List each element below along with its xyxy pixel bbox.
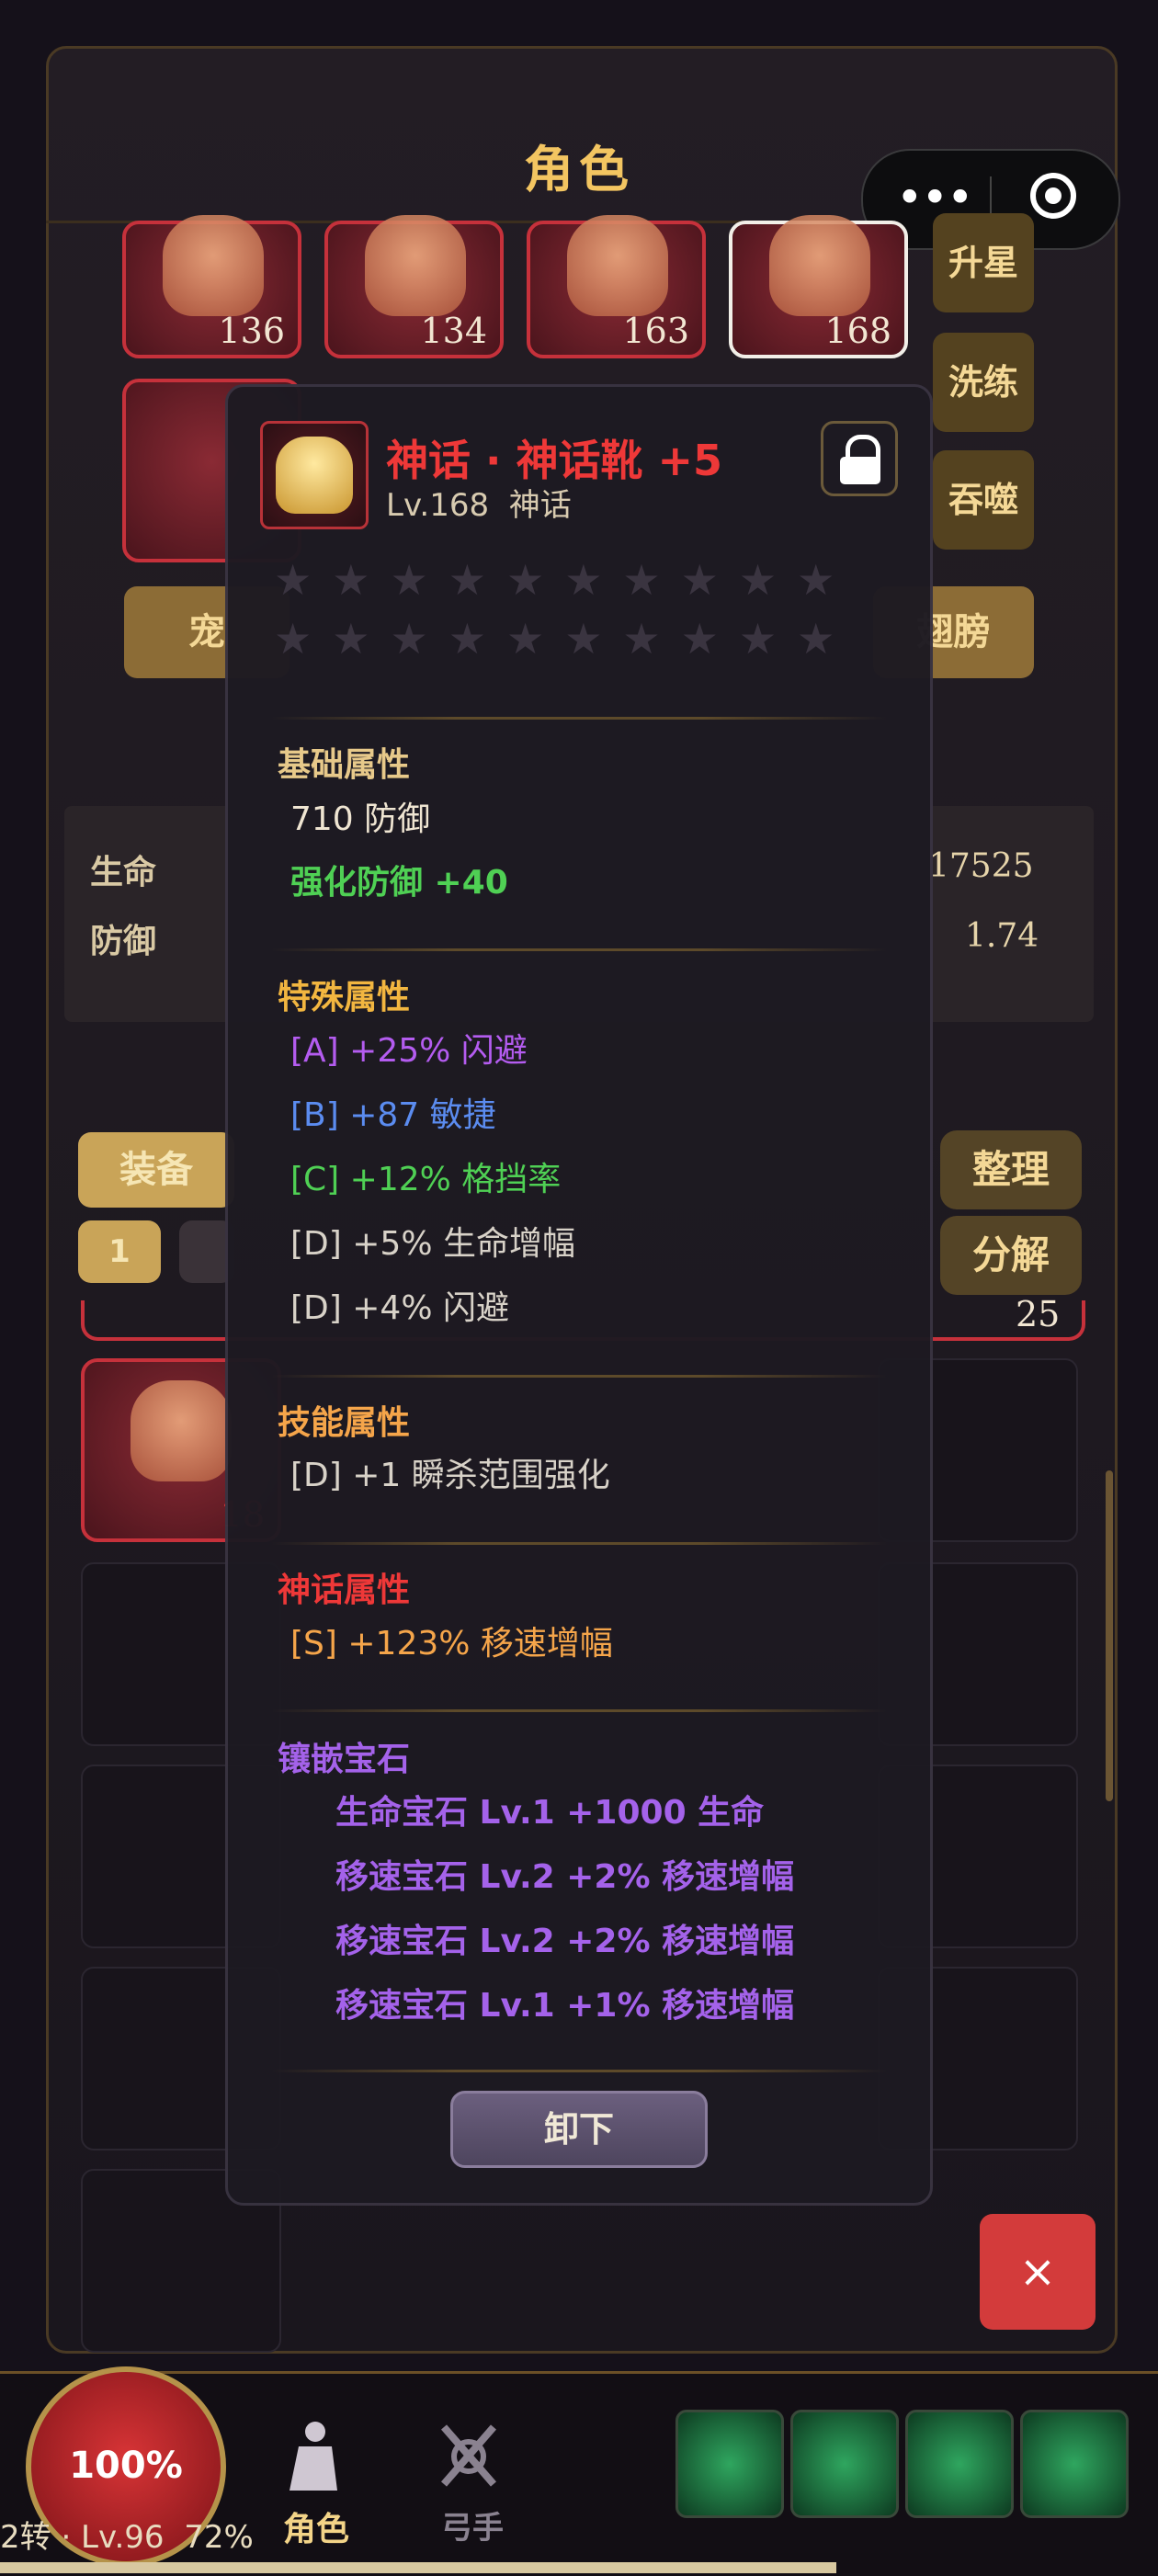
refine-button[interactable]: 洗练 (933, 333, 1034, 432)
skill-slot-2-icon[interactable] (790, 2410, 899, 2518)
item-icon (260, 421, 369, 529)
hp-value: 17525 (928, 847, 1034, 885)
skill-slot-3-icon[interactable] (905, 2410, 1014, 2518)
helmet-art-icon (163, 215, 264, 316)
myth-attr-title: 神话属性 (278, 1572, 411, 1609)
gem-line: 移速宝石 Lv.2 +2% 移速增幅 (335, 1923, 795, 1960)
gem-line: 生命宝石 Lv.1 +1000 生命 (335, 1794, 765, 1832)
slot-level: 168 (824, 311, 891, 351)
sort-button[interactable]: 整理 (940, 1130, 1082, 1209)
divider (271, 1375, 887, 1378)
upgrade-star-button[interactable]: 升星 (933, 213, 1034, 312)
equipment-slot-boots[interactable]: 168 (729, 215, 908, 358)
gem-line: 移速宝石 Lv.1 +1% 移速增幅 (335, 1987, 795, 2025)
def-value: 1.74 (965, 917, 1039, 955)
boots-icon (276, 437, 353, 514)
decompose-button[interactable]: 分解 (940, 1216, 1082, 1295)
inventory-level: 25 (1016, 1294, 1061, 1334)
basic-attr-line: 710 防御 (290, 800, 431, 838)
divider (271, 2070, 887, 2072)
unlock-icon[interactable] (821, 421, 898, 496)
basic-attr-title: 基础属性 (278, 746, 411, 784)
divider (271, 717, 887, 720)
gems-title: 镶嵌宝石 (278, 1741, 411, 1778)
star-row: ★★★★★★★★★★ (274, 555, 856, 605)
gem-line: 移速宝石 Lv.2 +2% 移速增幅 (335, 1858, 795, 1896)
exp-percent: 72% (184, 2519, 254, 2556)
star-row: ★★★★★★★★★★ (274, 614, 856, 664)
divider (271, 948, 887, 951)
divider (271, 1542, 887, 1545)
special-attr-title: 特殊属性 (278, 979, 411, 1016)
exit-target-icon[interactable] (1030, 173, 1076, 219)
tab-equip[interactable]: 装备 (78, 1132, 234, 1208)
lock-body (840, 457, 880, 484)
basic-attr-line: 强化防御 +40 (290, 864, 508, 902)
myth-attr-line: [S] +123% 移速增幅 (290, 1625, 613, 1662)
armor-art-icon (365, 215, 466, 316)
boots-art-icon (131, 1380, 232, 1481)
def-label: 防御 (90, 923, 157, 960)
crossed-swords-icon[interactable] (437, 2420, 501, 2491)
special-attr-line: [D] +5% 生命增幅 (290, 1225, 575, 1263)
scrollbar[interactable] (1106, 1470, 1113, 1801)
skill-attr-line: [D] +1 瞬杀范围强化 (290, 1457, 610, 1494)
equipment-slot-armor[interactable]: 134 (324, 215, 504, 358)
devour-button[interactable]: 吞噬 (933, 450, 1034, 550)
equipment-slot-legs[interactable]: 163 (527, 215, 706, 358)
hp-percent: 100% (69, 2445, 183, 2487)
skill-slot-4-icon[interactable] (1020, 2410, 1129, 2518)
page-1-button[interactable]: 1 (78, 1220, 161, 1283)
skill-attr-title: 技能属性 (278, 1404, 411, 1442)
player-level: 2转 · Lv.96 72% (0, 2512, 254, 2557)
special-attr-line: [A] +25% 闪避 (290, 1032, 528, 1070)
unequip-button[interactable]: 卸下 (450, 2091, 708, 2168)
slot-level: 134 (420, 311, 487, 351)
equipment-slot-helmet[interactable]: 136 (122, 215, 301, 358)
slot-level: 136 (218, 311, 285, 351)
slot-level: 163 (622, 311, 689, 351)
nav-role-label[interactable]: 角色 (283, 2502, 349, 2550)
item-level-rarity: Lv.168 神话 (386, 480, 572, 525)
skill-slot-1-icon[interactable] (676, 2410, 784, 2518)
item-rarity: 神话 (508, 487, 572, 524)
legs-art-icon (567, 215, 668, 316)
special-attr-line: [C] +12% 格挡率 (290, 1161, 562, 1198)
special-attr-line: [B] +87 敏捷 (290, 1096, 496, 1134)
boots-art-icon (769, 215, 870, 316)
item-level: Lv.168 (386, 487, 490, 524)
nav-archer-label[interactable]: 弓手 (441, 2502, 504, 2548)
hp-label: 生命 (90, 854, 157, 891)
special-attr-line: [D] +4% 闪避 (290, 1289, 509, 1327)
exp-progress-bar (0, 2562, 836, 2573)
divider (271, 1709, 887, 1712)
close-button[interactable]: × (980, 2214, 1096, 2330)
player-level-text: 2转 · Lv.96 (0, 2519, 165, 2556)
role-icon[interactable] (280, 2419, 345, 2492)
